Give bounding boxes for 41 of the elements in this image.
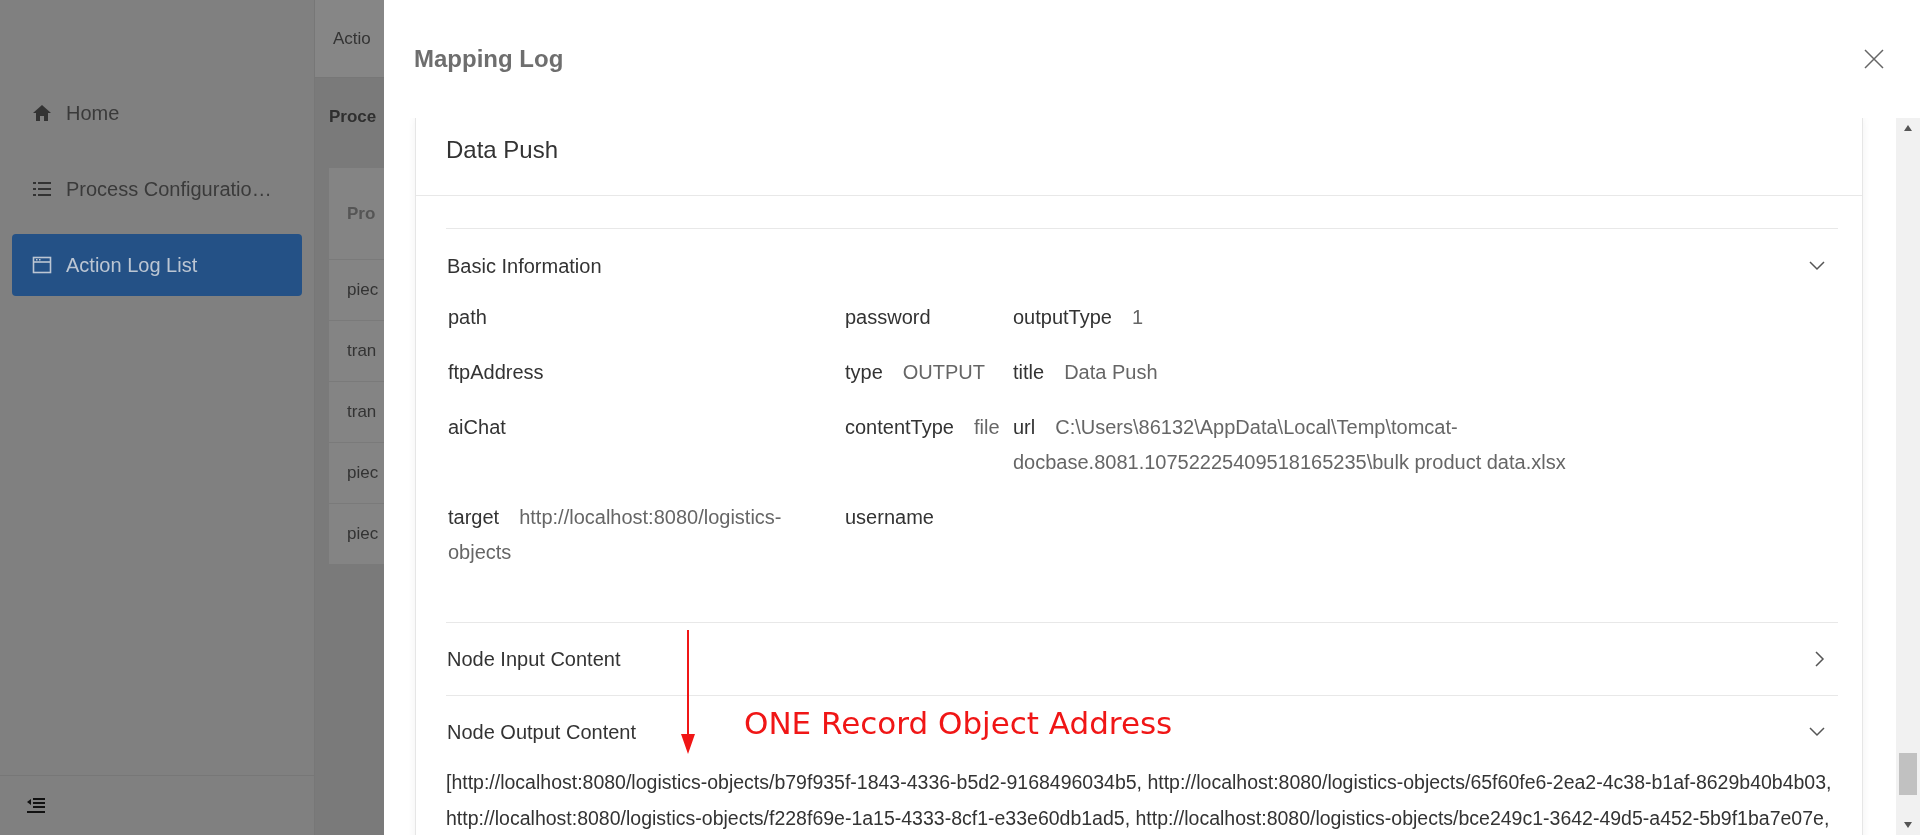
output-text: http://localhost:8080/logistics-objects/f228f69e-1a15-4333-8cf1-e33e60db1ad5, http://localhost:8080/logistics-objects/bce249c1-3642-49d5-a452-5b9f1ba7e07e, xyxy=(446,806,1830,831)
field-item: path xyxy=(447,305,488,330)
scroll-up-icon[interactable] xyxy=(1903,124,1913,132)
list-icon xyxy=(32,179,52,199)
scroll-down-icon[interactable] xyxy=(1903,821,1913,829)
field-item: outputType 1 xyxy=(1012,305,1145,330)
field-item: username xyxy=(844,505,935,530)
field-item: password xyxy=(844,305,932,330)
collapse-menu-icon[interactable] xyxy=(26,796,46,815)
panel-title[interactable]: Node Input Content xyxy=(447,644,621,674)
home-icon xyxy=(32,103,52,123)
page-tab[interactable]: Actio xyxy=(333,25,371,52)
output-text: [http://localhost:8080/logistics-objects/b79f935f-1843-4336-b5d2-9168496034b5, http://localhost:8080/logistics-objects/65f60fe6-2ea2-4c38-b1af-8629b40b4b03, xyxy=(446,770,1832,795)
table-cell-text: piec xyxy=(347,462,379,485)
field-item: aiChat xyxy=(447,415,507,440)
field-item: ftpAddress xyxy=(447,360,545,385)
window-icon xyxy=(32,255,52,275)
scrollbar[interactable] xyxy=(1896,118,1920,835)
annotation-text: ONE Record Object Address xyxy=(744,704,1173,743)
panel-title[interactable]: Basic Information xyxy=(447,251,602,281)
close-icon[interactable] xyxy=(1864,49,1884,69)
sidebar-item[interactable]: Process Configuratio… xyxy=(12,158,302,220)
field-item: url C:\Users\86132\AppData\Local\Temp\tomcat-docbase.8081.10752225409518165235\bulk product data.xlsx xyxy=(1012,415,1567,475)
panel-title[interactable]: Node Output Content xyxy=(447,717,636,747)
field-item: target http://localhost:8080/logistics-objects xyxy=(447,505,783,565)
table-cell-text: tran xyxy=(347,401,377,424)
drawer-title: Mapping Log xyxy=(414,44,564,74)
card-title: Data Push xyxy=(446,135,559,165)
field-item: type OUTPUT xyxy=(844,360,987,385)
field-item: contentType file xyxy=(844,415,1001,440)
chevron-down-icon[interactable] xyxy=(1809,727,1825,737)
chevron-right-icon[interactable] xyxy=(1815,651,1825,667)
field-item: title Data Push xyxy=(1012,360,1159,385)
table-cell-text: piec xyxy=(347,279,379,302)
sidebar-item[interactable]: Action Log List xyxy=(12,234,302,296)
table-cell-text: tran xyxy=(347,340,377,363)
chevron-down-icon[interactable] xyxy=(1809,261,1825,271)
sidebar-item[interactable]: Home xyxy=(12,82,302,144)
scrollbar-thumb[interactable] xyxy=(1899,753,1917,795)
page-heading: Proce xyxy=(329,107,377,126)
table-cell-text: piec xyxy=(347,523,379,546)
